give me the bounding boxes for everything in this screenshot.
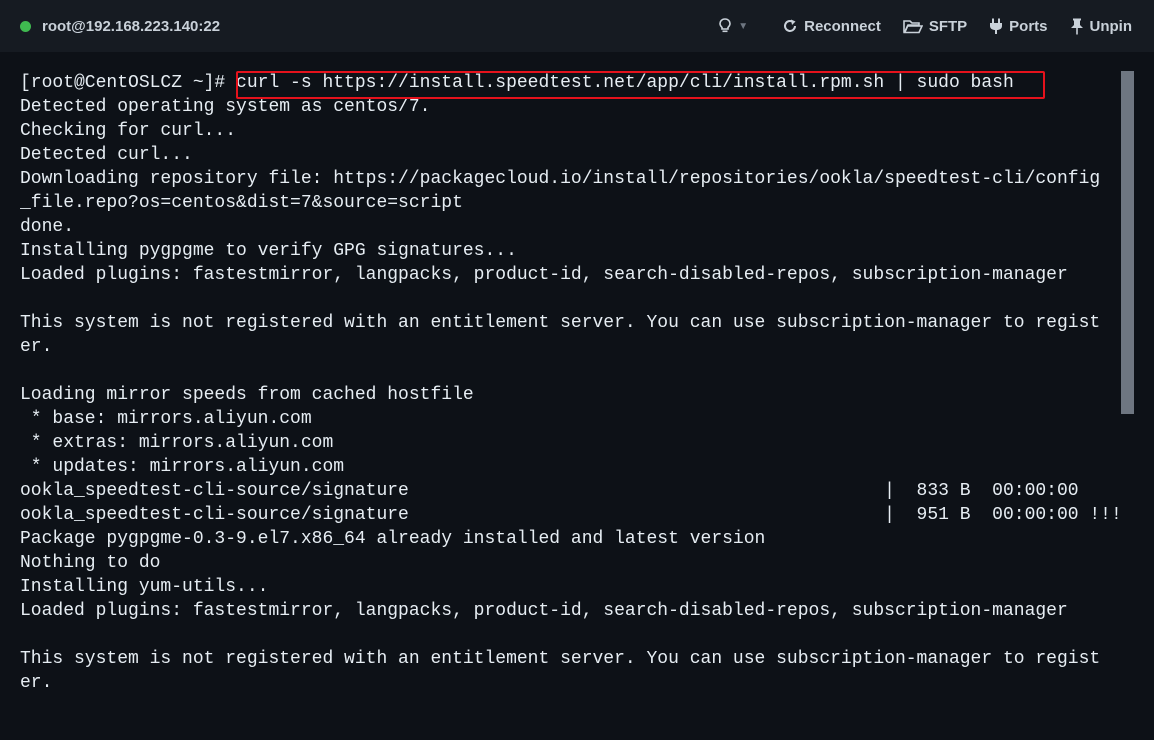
terminal-output[interactable]: [root@CentOSLCZ ~]# curl -s https://inst… — [20, 71, 1125, 731]
terminal-line: Downloading repository file: https://pac… — [20, 169, 1101, 189]
terminal-line: Installing pygpgme to verify GPG signatu… — [20, 241, 517, 261]
terminal-line: [root@CentOSLCZ ~]# curl -s https://inst… — [20, 73, 1014, 93]
sftp-label: SFTP — [928, 17, 968, 35]
chevron-down-icon: ▼ — [738, 20, 749, 32]
ports-button[interactable]: Ports — [989, 17, 1048, 35]
terminal-line: ookla_speedtest-cli-source/signature | 9… — [20, 505, 1122, 525]
terminal-line: Loaded plugins: fastestmirror, langpacks… — [20, 601, 1068, 621]
connection-title: root@192.168.223.140:22 — [42, 17, 221, 35]
terminal-line: Loaded plugins: fastestmirror, langpacks… — [20, 265, 1068, 285]
terminal-line: This system is not registered with an en… — [20, 649, 1101, 669]
unpin-button[interactable]: Unpin — [1070, 17, 1133, 35]
reconnect-label: Reconnect — [804, 17, 881, 35]
title-bar: root@192.168.223.140:22 ▼ Reconnect SFTP… — [0, 0, 1154, 52]
terminal-line: * base: mirrors.aliyun.com — [20, 409, 312, 429]
terminal-line: Detected curl... — [20, 145, 193, 165]
terminal-line: Nothing to do — [20, 553, 161, 573]
refresh-icon — [784, 19, 797, 32]
terminal-line: ookla_speedtest-cli-source/signature | 8… — [20, 481, 1079, 501]
reconnect-button[interactable]: Reconnect — [782, 18, 881, 35]
terminal-line: * extras: mirrors.aliyun.com — [20, 433, 334, 453]
terminal-line: * updates: mirrors.aliyun.com — [20, 457, 345, 477]
terminal-line: This system is not registered with an en… — [20, 313, 1101, 333]
terminal-line: done. — [20, 217, 75, 237]
unpin-label: Unpin — [1089, 17, 1133, 35]
terminal-line: Loading mirror speeds from cached hostfi… — [20, 385, 474, 405]
plug-icon — [990, 18, 1003, 34]
terminal-line: Checking for curl... — [20, 121, 237, 141]
terminal-line: er. — [20, 673, 53, 693]
sftp-button[interactable]: SFTP — [903, 18, 967, 35]
terminal-line: Detected operating system as centos/7. — [20, 97, 431, 117]
scrollbar-thumb[interactable] — [1121, 71, 1134, 414]
pin-icon — [1070, 18, 1083, 34]
terminal-line: Installing yum-utils... — [20, 577, 269, 597]
terminal-line: Package pygpgme-0.3-9.el7.x86_64 already… — [20, 529, 766, 549]
terminal-line: _file.repo?os=centos&dist=7&source=scrip… — [20, 193, 463, 213]
folder-open-icon — [903, 19, 923, 33]
connection-status-indicator — [20, 20, 31, 32]
ssh-terminal-window: root@192.168.223.140:22 ▼ Reconnect SFTP… — [0, 0, 1154, 740]
ports-label: Ports — [1009, 17, 1048, 35]
lightbulb-dropdown-button[interactable]: ▼ — [718, 18, 748, 34]
lightbulb-icon — [719, 18, 732, 33]
terminal-line: er. — [20, 337, 53, 357]
toolbar-actions: ▼ Reconnect SFTP Ports Unpin — [718, 0, 1154, 52]
